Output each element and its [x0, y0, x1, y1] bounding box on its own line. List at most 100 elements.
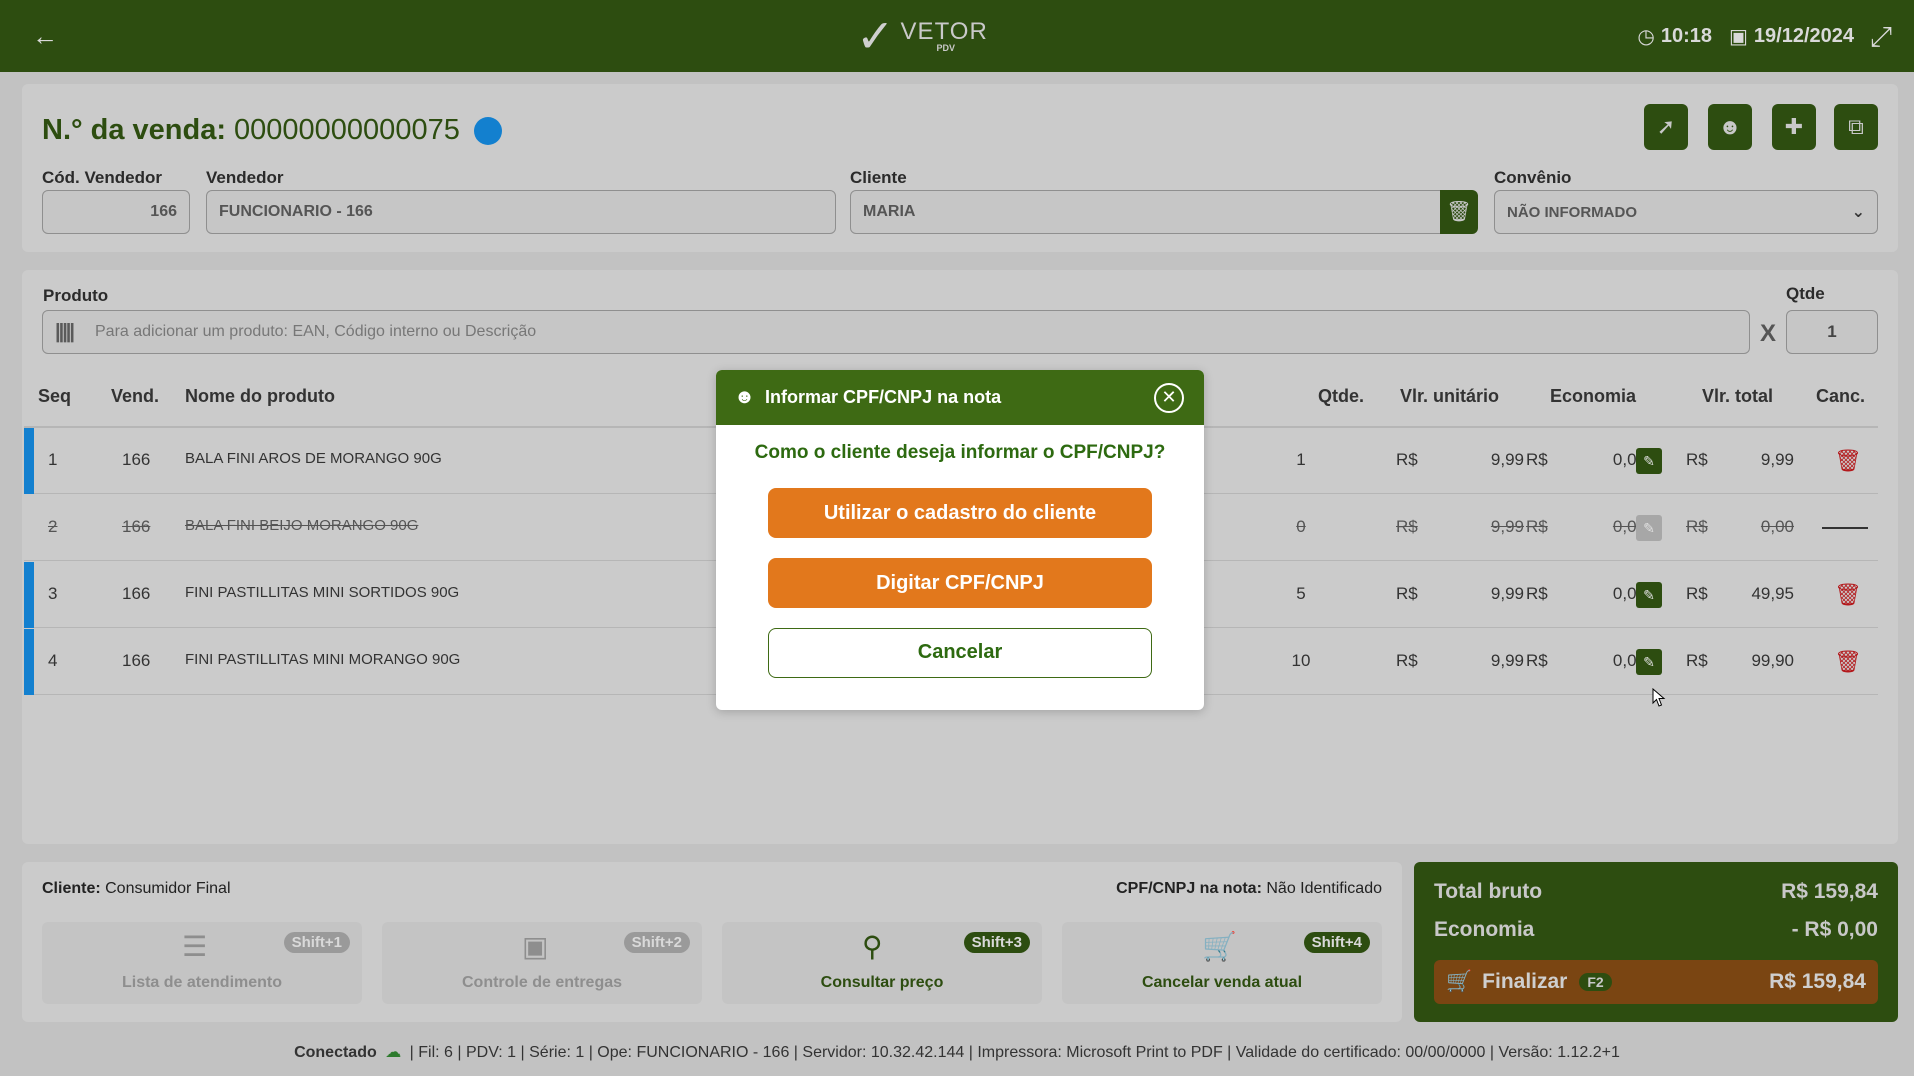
share-button[interactable]: ➚	[1644, 104, 1688, 150]
type-cpf-button[interactable]: Digitar CPF/CNPJ	[768, 558, 1152, 608]
shortcut-attendance-list[interactable]: ☰ Shift+1 Lista de atendimento	[42, 922, 362, 1004]
calendar-icon: ▣	[1728, 26, 1748, 48]
row-seller: 166	[122, 651, 151, 670]
agreement-select[interactable]: NÃO INFORMADO ⌄	[1494, 190, 1878, 234]
cpf-summary: CPF/CNPJ na nota: Não Identificado	[1116, 880, 1382, 898]
row-total-currency: R$	[1686, 651, 1708, 670]
client-id-icon: ☻	[734, 386, 756, 408]
row-discount-currency: R$	[1526, 450, 1548, 469]
client-id-icon: ☻	[1718, 114, 1742, 139]
discount-total-label: Economia	[1434, 918, 1535, 941]
logo-name: VETOR	[900, 17, 988, 45]
col-cancel: Canc.	[1816, 386, 1866, 406]
trash-icon[interactable]: 🗑	[1834, 582, 1862, 608]
client-id-button[interactable]: ☻	[1708, 104, 1752, 150]
shortcut-delivery-control[interactable]: ▣ Shift+2 Controle de entregas	[382, 922, 702, 1004]
row-total: 9,99	[1760, 450, 1794, 469]
sale-status-dot	[473, 116, 502, 145]
shortcut-cancel-sale[interactable]: 🛒 Shift+4 Cancelar venda atual	[1062, 922, 1382, 1004]
row-unit: 9,99	[1490, 651, 1524, 670]
add-user-button[interactable]: ✚	[1772, 104, 1816, 150]
list-icon: ☰	[182, 931, 208, 962]
copy-button[interactable]: ⧉	[1834, 104, 1878, 150]
gross-total-value: R$ 159,84	[1781, 880, 1878, 903]
client-field[interactable]: MARIA	[850, 190, 1442, 234]
discount-total-value: - R$ 0,00	[1791, 918, 1878, 941]
chevron-down-icon: ⌄	[1851, 204, 1865, 221]
qty-input[interactable]: 1	[1786, 310, 1878, 354]
seller-code-field[interactable]: 166	[42, 190, 190, 234]
edit-icon[interactable]: ✎	[1636, 649, 1662, 675]
copy-icon: ⧉	[1848, 114, 1864, 139]
shortcut-key: Shift+4	[1303, 932, 1370, 953]
client-summary-panel: Cliente: Consumidor Final CPF/CNPJ na no…	[22, 862, 1402, 1022]
row-name: FINI PASTILLITAS MINI MORANGO 90G	[185, 651, 461, 668]
shortcut-price-check[interactable]: ⚲ Shift+3 Consultar preço	[722, 922, 1042, 1004]
logo: ✓ VETOR PDV	[856, 13, 988, 59]
cart-icon: 🛒	[1446, 970, 1473, 993]
modal-title: Informar CPF/CNPJ na nota	[765, 387, 1002, 407]
row-indicator	[24, 428, 34, 494]
product-search-input[interactable]: ||||| Para adicionar um produto: EAN, Có…	[42, 310, 1750, 354]
edit-icon[interactable]: ✎	[1636, 448, 1662, 474]
cloud-icon: ☁	[385, 1044, 402, 1061]
trash-icon: 🗑	[1446, 201, 1472, 223]
client-summary-label: Cliente:	[42, 880, 101, 897]
add-user-icon: ✚	[1784, 114, 1804, 139]
edit-icon: ✎	[1636, 515, 1662, 541]
shortcut-label: Cancelar venda atual	[1141, 974, 1303, 991]
use-client-record-button[interactable]: Utilizar o cadastro do cliente	[768, 488, 1152, 538]
col-unit: Vlr. unitário	[1400, 386, 1500, 406]
client-label: Cliente	[850, 168, 907, 187]
row-seq: 1	[48, 450, 58, 469]
row-name: FINI PASTILLITAS MINI SORTIDOS 90G	[185, 584, 460, 601]
edit-icon[interactable]: ✎	[1636, 582, 1662, 608]
shortcut-label: Consultar preço	[820, 974, 944, 991]
row-discount-currency: R$	[1526, 651, 1548, 670]
row-seq: 2	[48, 517, 58, 536]
finish-button[interactable]: 🛒 Finalizar F2 R$ 159,84	[1434, 960, 1878, 1004]
sale-number: 00000000000075	[234, 114, 460, 146]
connection-status: Conectado	[294, 1044, 377, 1061]
shortcut-label: Controle de entregas	[461, 974, 623, 991]
client-summary-value: Consumidor Final	[105, 880, 231, 897]
price-search-icon: ⚲	[862, 931, 883, 962]
product-placeholder: Para adicionar um produto: EAN, Código i…	[95, 323, 537, 340]
row-discount-currency: R$	[1526, 584, 1548, 603]
row-unit-currency: R$	[1396, 651, 1418, 670]
row-unit: 9,99	[1490, 517, 1524, 536]
cart-cancel-icon: 🛒	[1202, 931, 1237, 962]
cpf-summary-value: Não Identificado	[1266, 880, 1382, 897]
times-label: X	[1760, 320, 1777, 347]
row-unit-currency: R$	[1396, 450, 1418, 469]
row-discount: 0,00	[1612, 450, 1646, 469]
modal-header: ☻ Informar CPF/CNPJ na nota	[716, 370, 1204, 425]
row-seq: 4	[48, 651, 58, 670]
remove-client-button[interactable]: 🗑	[1440, 190, 1478, 234]
collapse-icon[interactable]: ⤢	[1864, 20, 1898, 54]
share-icon: ➚	[1656, 114, 1676, 139]
seller-field[interactable]: FUNCIONARIO - 166	[206, 190, 836, 234]
row-seller: 166	[122, 450, 151, 469]
col-seller: Vend.	[111, 386, 160, 406]
seller-code-label: Cód. Vendedor	[42, 168, 162, 187]
modal-question: Como o cliente deseja informar o CPF/CNP…	[754, 442, 1166, 463]
row-qty: 10	[1291, 651, 1311, 670]
barcode-icon: |||||	[55, 321, 75, 343]
cancel-button[interactable]: Cancelar	[768, 628, 1152, 678]
row-total: 0,00	[1760, 517, 1794, 536]
trash-icon[interactable]: 🗑	[1834, 649, 1862, 675]
shortcut-key: Shift+1	[283, 932, 350, 953]
trash-icon[interactable]: 🗑	[1834, 448, 1862, 474]
cpf-modal: ☻ Informar CPF/CNPJ na nota ✕ Como o cli…	[716, 370, 1204, 710]
back-arrow-icon[interactable]: ←	[30, 22, 60, 52]
product-label: Produto	[43, 286, 109, 305]
status-details: | Fil: 6 | PDV: 1 | Série: 1 | Ope: FUNC…	[409, 1044, 1620, 1061]
sale-title-label: N.° da venda:	[42, 114, 227, 146]
row-total-currency: R$	[1686, 450, 1708, 469]
close-icon[interactable]: ✕	[1154, 383, 1184, 413]
delivery-box-icon: ▣	[522, 931, 549, 962]
gross-total-row: Total bruto R$ 159,84	[1434, 880, 1878, 904]
row-qty: 0	[1296, 517, 1306, 536]
row-unit-currency: R$	[1396, 584, 1418, 603]
